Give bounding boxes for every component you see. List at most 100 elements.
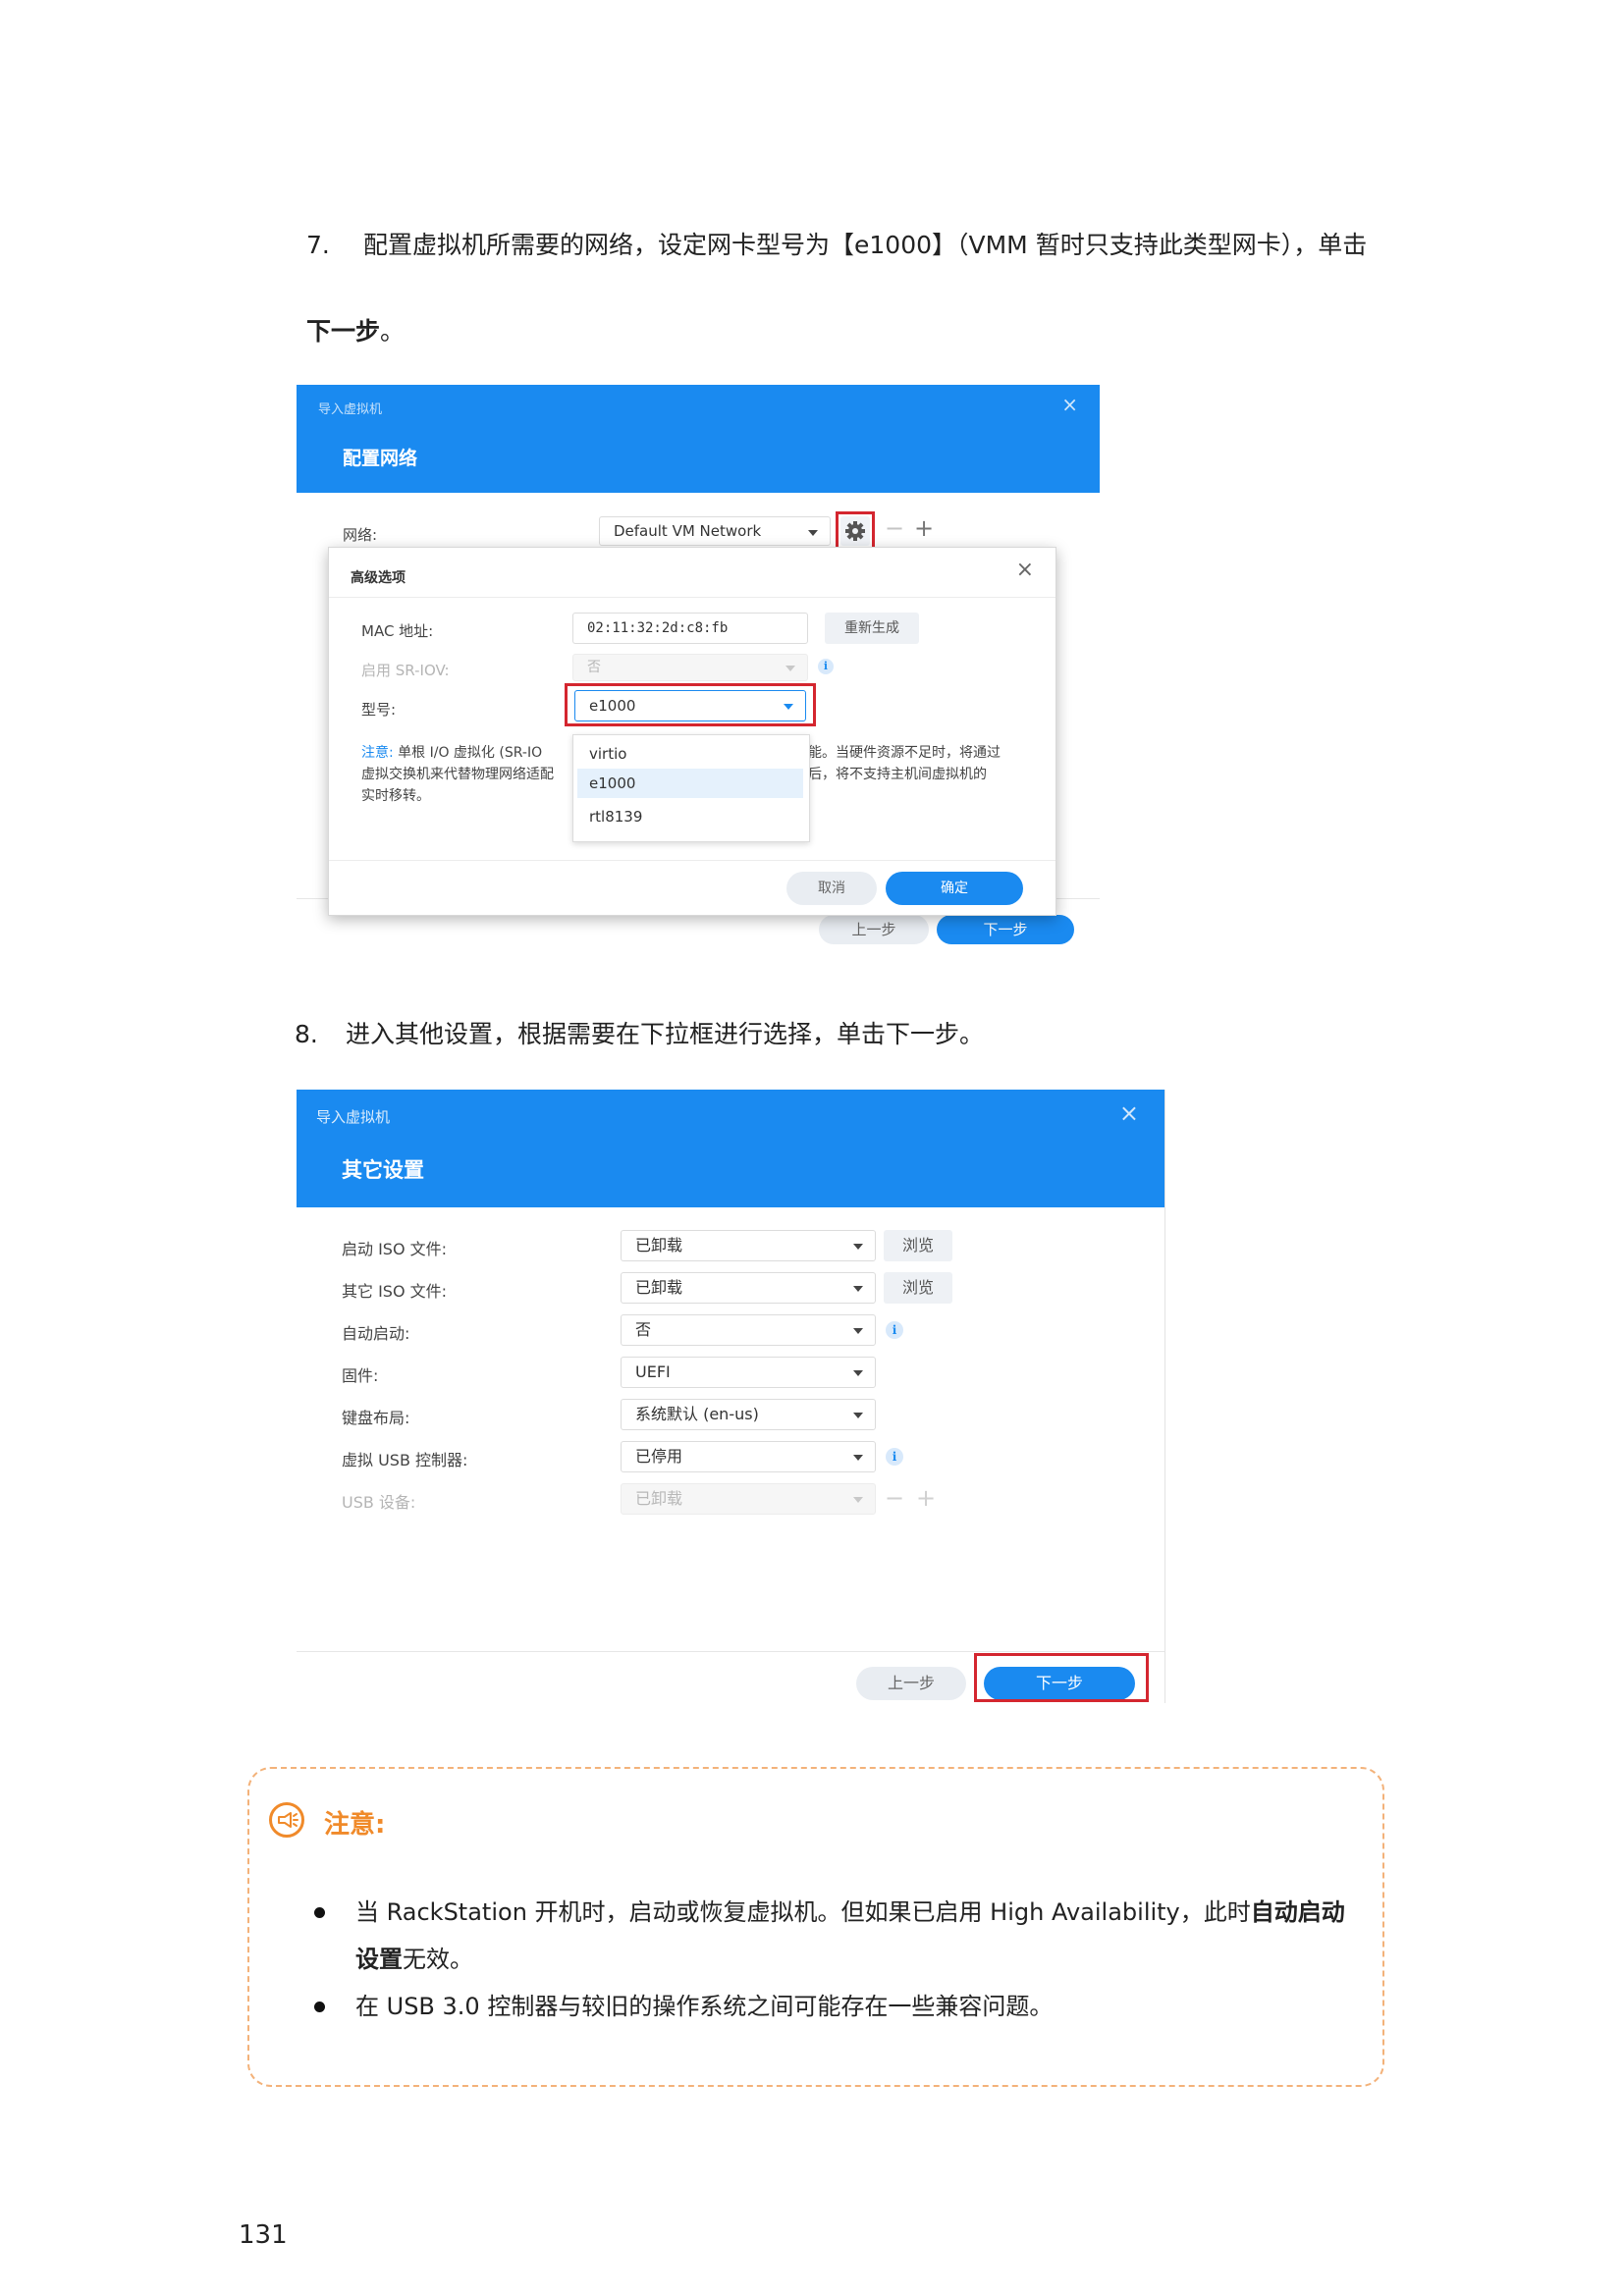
notice-bullet-1-tail: 无效。: [403, 1946, 473, 1973]
dialog-title: 配置网络: [343, 448, 418, 469]
chevron-down-icon: [853, 1370, 863, 1376]
usb-device-select: 已卸载: [621, 1483, 876, 1515]
note-line-2b: 后，将不支持主机间虚拟机的: [808, 767, 987, 782]
info-icon[interactable]: i: [886, 1448, 903, 1466]
dialog-small-title: 导入虚拟机: [316, 1108, 391, 1126]
modal-header-divider: [329, 597, 1056, 598]
chevron-down-icon: [808, 530, 818, 536]
firmware-value: UEFI: [635, 1362, 671, 1381]
notice-bullet-1-text: 当 RackStation 开机时，启动或恢复虚拟机。但如果已启用 High A…: [355, 1889, 1347, 1983]
autostart-label: 自动启动:: [342, 1324, 410, 1343]
step-7-text: 配置虚拟机所需要的网络，设定网卡型号为【e1000】（VMM 暂时只支持此类型网…: [363, 231, 1368, 259]
note-line-1a: 注意: 单根 I/O 虚拟化 (SR-IO: [361, 742, 542, 762]
model-highlight-box: [565, 683, 816, 726]
notice-title: 注意:: [324, 1810, 386, 1840]
megaphone-icon: [269, 1802, 304, 1838]
prev-step-button[interactable]: 上一步: [856, 1667, 966, 1700]
note-line-1a-text: 单根 I/O 虚拟化 (SR-IO: [398, 745, 543, 761]
chevron-down-icon: [853, 1455, 863, 1461]
chevron-down-icon: [853, 1497, 863, 1503]
other-settings-screenshot: 导入虚拟机 其它设置 × 启动 ISO 文件: 已卸载 浏览 其它 ISO 文件…: [297, 1090, 1165, 1703]
notice-bullet-1: 当 RackStation 开机时，启动或恢复虚拟机。但如果已启用 High A…: [314, 1889, 1345, 1983]
step-7-period: 。: [380, 317, 406, 346]
advanced-options-title: 高级选项: [351, 570, 406, 586]
option-rtl8139[interactable]: rtl8139: [589, 808, 642, 826]
other-iso-label: 其它 ISO 文件:: [342, 1282, 448, 1301]
advanced-options-modal: 高级选项 × MAC 地址: 02:11:32:2d:c8:fb 重新生成 启用…: [328, 547, 1056, 916]
mac-address-input[interactable]: 02:11:32:2d:c8:fb: [572, 613, 808, 644]
cancel-button[interactable]: 取消: [786, 872, 877, 905]
autostart-value: 否: [635, 1320, 652, 1339]
sriov-label: 启用 SR-IOV:: [361, 662, 450, 679]
network-label: 网络:: [343, 526, 378, 544]
step-8-text: 进入其他设置，根据需要在下拉框进行选择，单击下一步。: [346, 1020, 985, 1048]
document-page: { "step7": { "num": "7.", "line1": "配置虚拟…: [0, 0, 1624, 2296]
firmware-label: 固件:: [342, 1366, 379, 1385]
gear-highlight-box: [836, 511, 875, 551]
firmware-select[interactable]: UEFI: [621, 1357, 876, 1388]
note-line-3: 实时移转。: [361, 788, 430, 804]
footer-divider: [297, 1651, 1164, 1652]
network-select-value: Default VM Network: [614, 522, 762, 540]
ok-button[interactable]: 确定: [886, 872, 1023, 905]
usb-device-value: 已卸载: [635, 1489, 683, 1508]
prev-step-button[interactable]: 上一步: [819, 915, 929, 944]
next-step-highlight-box: [974, 1653, 1149, 1702]
step-7-line2: 下一步。: [306, 312, 405, 347]
close-icon[interactable]: ×: [1061, 393, 1078, 416]
usb-controller-select[interactable]: 已停用: [621, 1441, 876, 1472]
notice-box: 注意: 当 RackStation 开机时，启动或恢复虚拟机。但如果已启用 Hi…: [247, 1767, 1384, 2087]
minus-button[interactable]: −: [884, 516, 905, 540]
chevron-down-icon: [853, 1244, 863, 1250]
autostart-select[interactable]: 否: [621, 1314, 876, 1346]
chevron-down-icon: [785, 666, 795, 671]
minus-button: −: [884, 1484, 905, 1512]
plus-button: +: [915, 1484, 937, 1512]
notice-bullet-2-text: 在 USB 3.0 控制器与较旧的操作系统之间可能存在一些兼容问题。: [355, 1993, 1054, 2020]
option-e1000[interactable]: e1000: [589, 774, 635, 792]
model-label: 型号:: [361, 701, 397, 719]
regenerate-button[interactable]: 重新生成: [825, 613, 919, 644]
info-icon[interactable]: i: [886, 1321, 903, 1339]
keyboard-layout-select[interactable]: 系统默认 (en-us): [621, 1399, 876, 1430]
model-dropdown-list: virtio e1000 rtl8139: [572, 734, 810, 842]
network-select[interactable]: Default VM Network: [599, 516, 831, 546]
close-icon[interactable]: ×: [1119, 1099, 1139, 1127]
dialog-small-title: 导入虚拟机: [318, 402, 383, 417]
note-prefix: 注意:: [361, 745, 394, 761]
configure-network-screenshot: 导入虚拟机 配置网络 × 网络: Default VM Network − +: [297, 385, 1100, 949]
sriov-select: 否: [572, 654, 808, 681]
browse-button-2[interactable]: 浏览: [884, 1272, 952, 1304]
sriov-select-value: 否: [587, 660, 601, 675]
plus-button[interactable]: +: [913, 516, 935, 540]
browse-button-1[interactable]: 浏览: [884, 1230, 952, 1261]
next-step-button[interactable]: 下一步: [937, 915, 1074, 944]
boot-iso-select[interactable]: 已卸载: [621, 1230, 876, 1261]
boot-iso-value: 已卸载: [635, 1236, 683, 1255]
dialog-header: 导入虚拟机 其它设置 ×: [297, 1090, 1164, 1207]
step-8-number: 8.: [295, 1020, 318, 1048]
step-7-line1: 7. 配置虚拟机所需要的网络，设定网卡型号为【e1000】（VMM 暂时只支持此类…: [306, 226, 1367, 261]
note-line-2a: 虚拟交换机来代替物理网络适配: [361, 767, 554, 782]
boot-iso-label: 启动 ISO 文件:: [342, 1240, 448, 1258]
bullet-dot: [314, 2002, 325, 2012]
option-virtio[interactable]: virtio: [589, 745, 626, 763]
chevron-down-icon: [853, 1413, 863, 1418]
info-icon[interactable]: i: [818, 659, 834, 674]
note-line-1b: 能。当硬件资源不足时，将通过: [808, 745, 1001, 761]
mac-address-label: MAC 地址:: [361, 622, 434, 640]
chevron-down-icon: [853, 1328, 863, 1334]
notice-bullet-1-part-a: 当 RackStation 开机时，启动或恢复虚拟机。但如果已启用 High A…: [355, 1898, 1251, 1926]
page-number: 131: [239, 2220, 288, 2250]
step-8-line: 8. 进入其他设置，根据需要在下拉框进行选择，单击下一步。: [295, 1015, 984, 1050]
close-icon[interactable]: ×: [1016, 558, 1034, 582]
usb-device-label: USB 设备:: [342, 1493, 416, 1512]
step-7-number: 7.: [306, 231, 330, 259]
other-iso-select[interactable]: 已卸载: [621, 1272, 876, 1304]
usb-controller-value: 已停用: [635, 1447, 683, 1466]
dialog-title: 其它设置: [342, 1158, 424, 1182]
step-7-next-emphasis: 下一步: [306, 317, 381, 346]
dialog-header: 导入虚拟机 配置网络 ×: [297, 385, 1100, 493]
modal-footer-divider: [329, 860, 1056, 861]
keyboard-layout-value: 系统默认 (en-us): [635, 1405, 759, 1423]
